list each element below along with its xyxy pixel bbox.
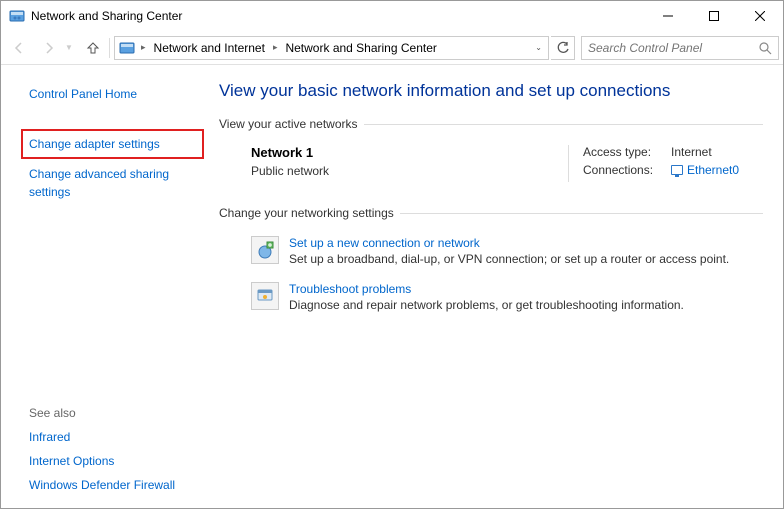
- setup-connection-link[interactable]: Set up a new connection or network: [289, 236, 480, 250]
- up-button[interactable]: [81, 36, 105, 60]
- breadcrumb[interactable]: ▸ Network and Internet ▸ Network and Sha…: [114, 36, 549, 60]
- search-input[interactable]: [588, 41, 758, 55]
- sidebar-link-adapter-settings[interactable]: Change adapter settings: [29, 135, 196, 153]
- connection-link[interactable]: Ethernet0: [671, 163, 739, 177]
- breadcrumb-icon: [119, 40, 135, 56]
- back-button[interactable]: [5, 34, 33, 62]
- connection-name[interactable]: Ethernet0: [687, 163, 739, 177]
- network-name: Network 1: [251, 145, 554, 160]
- section-label-change-settings: Change your networking settings: [219, 206, 394, 220]
- troubleshoot-icon: [251, 282, 279, 310]
- sidebar-home-link[interactable]: Control Panel Home: [29, 85, 197, 103]
- history-dropdown[interactable]: ▼: [65, 43, 79, 52]
- divider: [400, 213, 763, 214]
- chevron-right-icon[interactable]: ▸: [139, 42, 148, 53]
- chevron-right-icon[interactable]: ▸: [271, 42, 280, 53]
- separator: [109, 38, 110, 58]
- forward-button[interactable]: [35, 34, 63, 62]
- breadcrumb-seg-sharing-center[interactable]: Network and Sharing Center: [281, 41, 440, 55]
- navbar: ▼ ▸ Network and Internet ▸ Network and S…: [1, 31, 783, 65]
- sidebar-link-internet-options[interactable]: Internet Options: [29, 452, 197, 470]
- sidebar-link-firewall[interactable]: Windows Defender Firewall: [29, 476, 197, 494]
- access-type-value: Internet: [671, 145, 712, 159]
- ethernet-icon: [671, 165, 683, 175]
- sidebar-link-advanced-sharing[interactable]: Change advanced sharing settings: [29, 165, 197, 201]
- main-content: View your basic network information and …: [211, 65, 783, 508]
- option-setup-connection: Set up a new connection or network Set u…: [219, 230, 763, 276]
- section-label-active-networks: View your active networks: [219, 117, 358, 131]
- divider: [364, 124, 763, 125]
- sidebar-link-infrared[interactable]: Infrared: [29, 428, 197, 446]
- minimize-button[interactable]: [645, 1, 691, 31]
- titlebar: Network and Sharing Center: [1, 1, 783, 31]
- troubleshoot-link[interactable]: Troubleshoot problems: [289, 282, 411, 296]
- page-heading: View your basic network information and …: [219, 81, 763, 101]
- search-box[interactable]: [581, 36, 779, 60]
- connections-label: Connections:: [583, 163, 671, 178]
- breadcrumb-dropdown[interactable]: ⌄: [531, 43, 546, 52]
- refresh-button[interactable]: [551, 36, 575, 60]
- see-also-label: See also: [29, 406, 197, 420]
- close-button[interactable]: [737, 1, 783, 31]
- divider: [568, 145, 569, 182]
- setup-connection-desc: Set up a broadband, dial-up, or VPN conn…: [289, 252, 729, 266]
- highlight-box: Change adapter settings: [21, 129, 204, 159]
- option-troubleshoot: Troubleshoot problems Diagnose and repai…: [219, 276, 763, 322]
- breadcrumb-seg-network-internet[interactable]: Network and Internet: [150, 41, 269, 55]
- network-type: Public network: [251, 164, 554, 178]
- access-type-label: Access type:: [583, 145, 671, 159]
- setup-connection-icon: [251, 236, 279, 264]
- search-icon[interactable]: [758, 41, 772, 55]
- active-network-row: Network 1 Public network Access type: In…: [219, 141, 763, 206]
- sidebar: Control Panel Home Change adapter settin…: [1, 65, 211, 508]
- window-title: Network and Sharing Center: [31, 9, 645, 23]
- control-panel-icon: [9, 8, 25, 24]
- troubleshoot-desc: Diagnose and repair network problems, or…: [289, 298, 684, 312]
- maximize-button[interactable]: [691, 1, 737, 31]
